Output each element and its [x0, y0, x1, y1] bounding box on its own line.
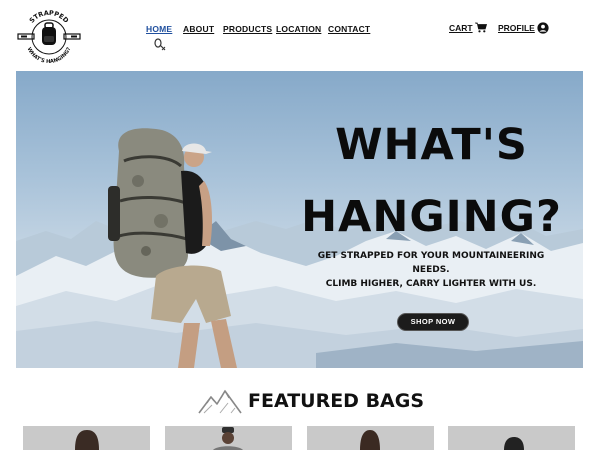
site-header: STRAPPED WHAT'S HANGING? HOME ABOUT PROD…	[0, 0, 600, 68]
brand-logo[interactable]: STRAPPED WHAT'S HANGING?	[16, 6, 82, 64]
nav-contact[interactable]: CONTACT	[328, 24, 370, 34]
product-card[interactable]	[23, 426, 150, 450]
hero-title-line-1: WHAT'S	[335, 120, 528, 170]
product-card[interactable]	[165, 426, 292, 450]
hero-subtitle: GET STRAPPED FOR YOUR MOUNTAINEERING NEE…	[304, 249, 558, 291]
product-image	[213, 427, 243, 450]
nav-about[interactable]: ABOUT	[183, 24, 214, 34]
product-image	[75, 430, 99, 450]
product-image	[504, 437, 524, 450]
product-card[interactable]	[448, 426, 575, 450]
hero-subtitle-line-2: CLIMB HIGHER, CARRY LIGHTER WITH US.	[325, 279, 537, 289]
carabiner-cursor-icon	[154, 38, 166, 51]
cart-link[interactable]: CART	[449, 22, 487, 33]
user-circle-icon	[537, 22, 549, 34]
cart-label: CART	[449, 22, 473, 33]
shop-now-button[interactable]: SHOP NOW	[397, 313, 469, 331]
profile-label: PROFILE	[498, 23, 535, 33]
nav-products[interactable]: PRODUCTS	[223, 24, 272, 34]
featured-heading: FEATURED BAGS	[198, 386, 424, 416]
backpack-logo-icon: STRAPPED WHAT'S HANGING?	[17, 9, 81, 64]
profile-link[interactable]: PROFILE	[498, 22, 549, 34]
hero-banner: WHAT'S HANGING? GET STRAPPED FOR YOUR MO…	[16, 71, 583, 368]
shopping-cart-icon	[474, 22, 487, 33]
product-card[interactable]	[307, 426, 434, 450]
hero-title-line-2: HANGING?	[301, 192, 562, 242]
featured-title: FEATURED BAGS	[248, 390, 425, 412]
hero-title: WHAT'S HANGING?	[299, 109, 564, 253]
product-image	[360, 430, 380, 450]
mountains-icon	[198, 389, 242, 414]
hero-subtitle-line-1: GET STRAPPED FOR YOUR MOUNTAINEERING NEE…	[317, 251, 545, 275]
nav-home[interactable]: HOME	[146, 24, 172, 34]
logo-bottom-text: WHAT'S HANGING?	[26, 46, 73, 64]
nav-location[interactable]: LOCATION	[276, 24, 321, 34]
